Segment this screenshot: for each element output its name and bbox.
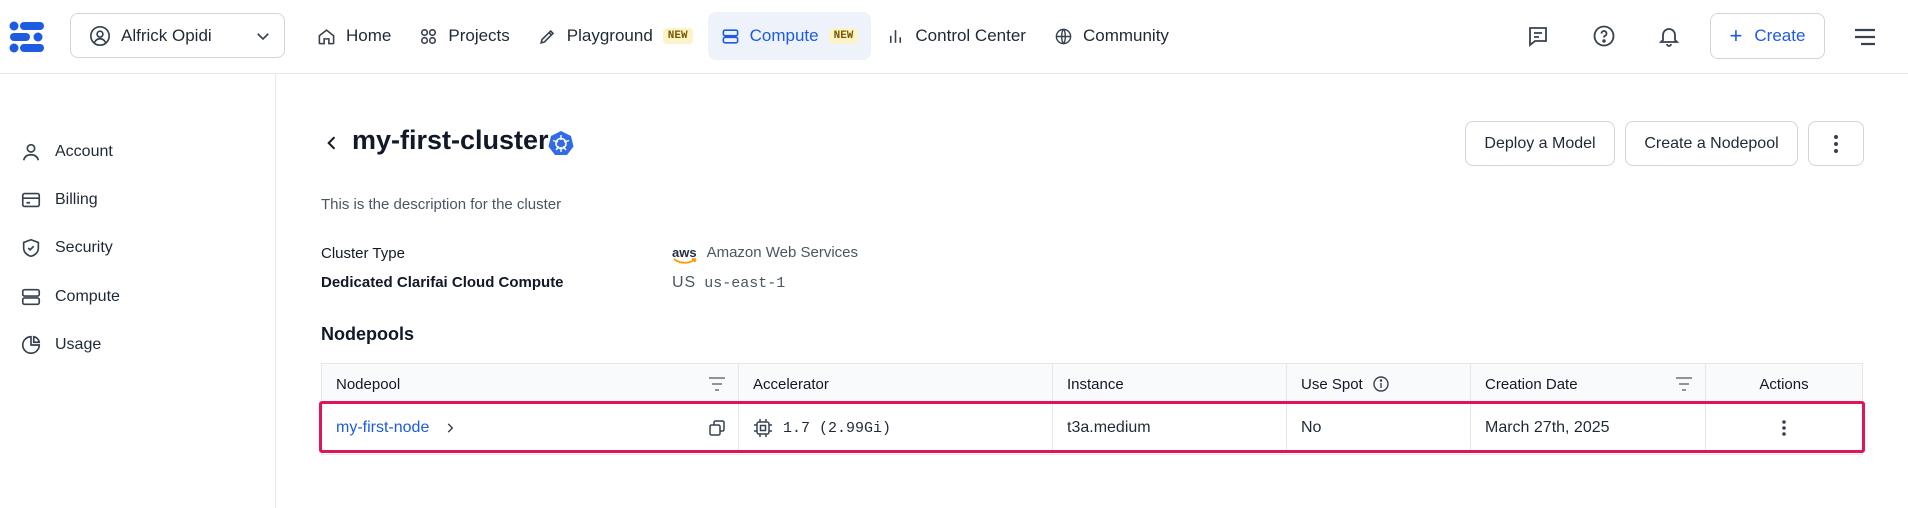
sidebar-item-label: Account xyxy=(55,143,113,160)
sidebar-item-usage[interactable]: Usage xyxy=(20,334,101,356)
copy-icon[interactable] xyxy=(708,419,726,437)
nav-home[interactable]: Home xyxy=(304,12,404,60)
nav-community-label: Community xyxy=(1082,26,1169,45)
sidebar-item-security[interactable]: Security xyxy=(20,237,113,259)
column-header-label: Nodepool xyxy=(336,375,401,393)
cell-nodepool: my-first-node xyxy=(322,403,739,453)
column-header-accelerator: Accelerator xyxy=(739,364,1053,404)
sidebar-item-billing[interactable]: Billing xyxy=(20,189,98,211)
nav-playground[interactable]: Playground NEW xyxy=(525,12,706,60)
server-icon xyxy=(721,27,740,46)
clarifai-logo-icon[interactable] xyxy=(8,18,50,56)
home-icon xyxy=(317,27,336,46)
nav-compute[interactable]: Compute NEW xyxy=(707,12,872,60)
cell-accelerator: 1.7 (2.99Gi) xyxy=(739,403,1053,453)
pen-icon xyxy=(538,27,557,46)
nav-community[interactable]: Community xyxy=(1041,12,1182,60)
shield-icon xyxy=(20,237,42,259)
cpu-chip-icon xyxy=(753,418,773,438)
pie-chart-icon xyxy=(20,334,42,356)
cell-use-spot: No xyxy=(1287,403,1471,453)
plus-icon: + xyxy=(1729,23,1743,48)
sidebar-item-account[interactable]: Account xyxy=(20,141,113,163)
nodepools-table: Nodepool Accelerator Instance Use Spot C… xyxy=(321,363,1863,455)
grid-icon xyxy=(419,27,438,46)
column-header-label: Instance xyxy=(1067,375,1124,393)
sidebar-item-label: Compute xyxy=(55,288,120,305)
hamburger-menu-icon[interactable] xyxy=(1852,24,1878,50)
sidebar-item-label: Security xyxy=(55,239,113,256)
table-header: Nodepool Accelerator Instance Use Spot C… xyxy=(321,363,1863,404)
cluster-type-label: Cluster Type xyxy=(321,245,405,262)
sidebar-item-compute[interactable]: Compute xyxy=(20,286,120,308)
region-code: US xyxy=(672,274,697,291)
column-header-label: Use Spot xyxy=(1301,375,1363,393)
sidebar-item-label: Billing xyxy=(55,191,98,208)
nodepools-heading: Nodepools xyxy=(321,324,414,344)
nav-projects-label: Projects xyxy=(448,26,510,45)
column-header-label: Actions xyxy=(1759,375,1809,393)
user-icon xyxy=(20,141,42,163)
aws-logo-icon: aws xyxy=(672,246,697,264)
column-header-creation-date[interactable]: Creation Date xyxy=(1471,364,1706,404)
feedback-icon[interactable] xyxy=(1522,20,1554,52)
column-header-instance: Instance xyxy=(1053,364,1287,404)
globe-icon xyxy=(1054,27,1073,46)
cluster-description: This is the description for the cluster xyxy=(321,196,562,213)
server-icon xyxy=(20,286,42,308)
chevron-down-icon xyxy=(254,27,272,45)
create-button-label: Create xyxy=(1754,26,1806,45)
new-badge: NEW xyxy=(828,28,859,44)
nodepool-link[interactable]: my-first-node xyxy=(336,419,429,437)
column-header-label: Creation Date xyxy=(1485,375,1578,393)
info-icon[interactable] xyxy=(1373,376,1389,392)
nav-control-center-label: Control Center xyxy=(915,26,1026,45)
kubernetes-icon xyxy=(548,130,574,156)
cell-instance: t3a.medium xyxy=(1053,403,1287,453)
chevron-right-icon[interactable] xyxy=(443,421,457,435)
user-circle-icon xyxy=(89,25,111,47)
nav-compute-label: Compute xyxy=(749,26,819,45)
column-header-nodepool[interactable]: Nodepool xyxy=(322,364,739,404)
credit-card-icon xyxy=(20,189,42,211)
org-selector[interactable]: Alfrick Opidi xyxy=(70,13,285,58)
table-row[interactable]: my-first-node 1.7 (2.99Gi) t3a.medium No… xyxy=(321,403,1863,455)
compute-label: Dedicated Clarifai Cloud Compute xyxy=(321,274,564,291)
column-header-use-spot: Use Spot xyxy=(1287,364,1471,404)
cell-actions xyxy=(1706,403,1862,453)
top-bar: Alfrick Opidi Home Projects Playground N… xyxy=(0,0,1908,74)
new-badge: NEW xyxy=(662,28,693,44)
region-text: us-east-1 xyxy=(704,274,786,292)
page-title: my-first-cluster xyxy=(352,125,549,155)
bell-icon[interactable] xyxy=(1653,20,1685,52)
nav-home-label: Home xyxy=(346,26,392,45)
filter-icon[interactable] xyxy=(708,376,726,392)
cluster-type-value: aws Amazon Web Services xyxy=(672,244,859,264)
nav-control-center[interactable]: Control Center xyxy=(873,12,1039,60)
region-value: US us-east-1 xyxy=(672,274,785,292)
create-nodepool-button[interactable]: Create a Nodepool xyxy=(1625,121,1798,166)
org-name: Alfrick Opidi xyxy=(121,25,212,45)
filter-icon[interactable] xyxy=(1675,376,1693,392)
accelerator-value: 1.7 (2.99Gi) xyxy=(783,419,892,437)
cluster-type-text: Amazon Web Services xyxy=(706,244,859,261)
nav-projects[interactable]: Projects xyxy=(406,12,522,60)
row-kebab-menu-icon[interactable] xyxy=(1781,419,1787,437)
back-arrow-icon[interactable] xyxy=(322,133,342,153)
settings-sidebar: Account Billing Security Compute Usage xyxy=(0,75,276,508)
deploy-model-button[interactable]: Deploy a Model xyxy=(1465,121,1615,166)
column-header-label: Accelerator xyxy=(753,375,829,393)
cell-creation-date: March 27th, 2025 xyxy=(1471,403,1706,453)
nav-playground-label: Playground xyxy=(566,26,653,45)
sidebar-item-label: Usage xyxy=(55,336,102,353)
bar-chart-icon xyxy=(886,27,905,46)
kebab-menu-icon xyxy=(1833,134,1839,154)
main-nav: Home Projects Playground NEW Compute NEW… xyxy=(304,12,1184,60)
create-button[interactable]: + Create xyxy=(1710,13,1825,59)
more-options-button[interactable] xyxy=(1808,121,1864,166)
column-header-actions: Actions xyxy=(1706,364,1862,404)
help-icon[interactable] xyxy=(1588,20,1620,52)
